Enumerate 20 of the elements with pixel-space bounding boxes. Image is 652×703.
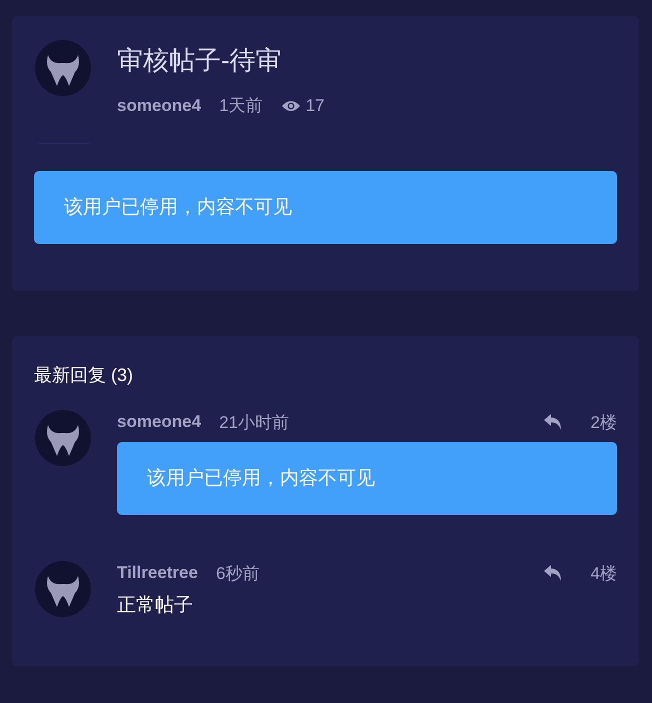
notice-banner: 该用户已停用，内容不可见 [117,442,617,515]
view-count: 17 [306,96,324,116]
reply-text: 正常帖子 [117,594,194,618]
floor-number: 4楼 [590,562,617,584]
reply-time: 21小时前 [219,412,290,434]
author-name[interactable]: Tillreetree [117,563,198,583]
reply-icon[interactable] [544,565,563,581]
avatar-icon [35,410,91,466]
author-name[interactable]: someone4 [117,96,202,116]
post-time: 1天前 [219,95,263,117]
reply-icon[interactable] [544,414,563,430]
avatar-icon [35,561,91,617]
section-heading: 最新回复 (3) [34,364,134,387]
eye-icon [280,98,301,112]
author-name[interactable]: someone4 [117,412,202,432]
avatar-icon [35,40,91,96]
reply-time: 6秒前 [216,562,260,584]
post-title: 审核帖子-待审 [117,44,283,77]
floor-number: 2楼 [590,412,617,434]
notice-banner: 该用户已停用，内容不可见 [34,171,617,244]
